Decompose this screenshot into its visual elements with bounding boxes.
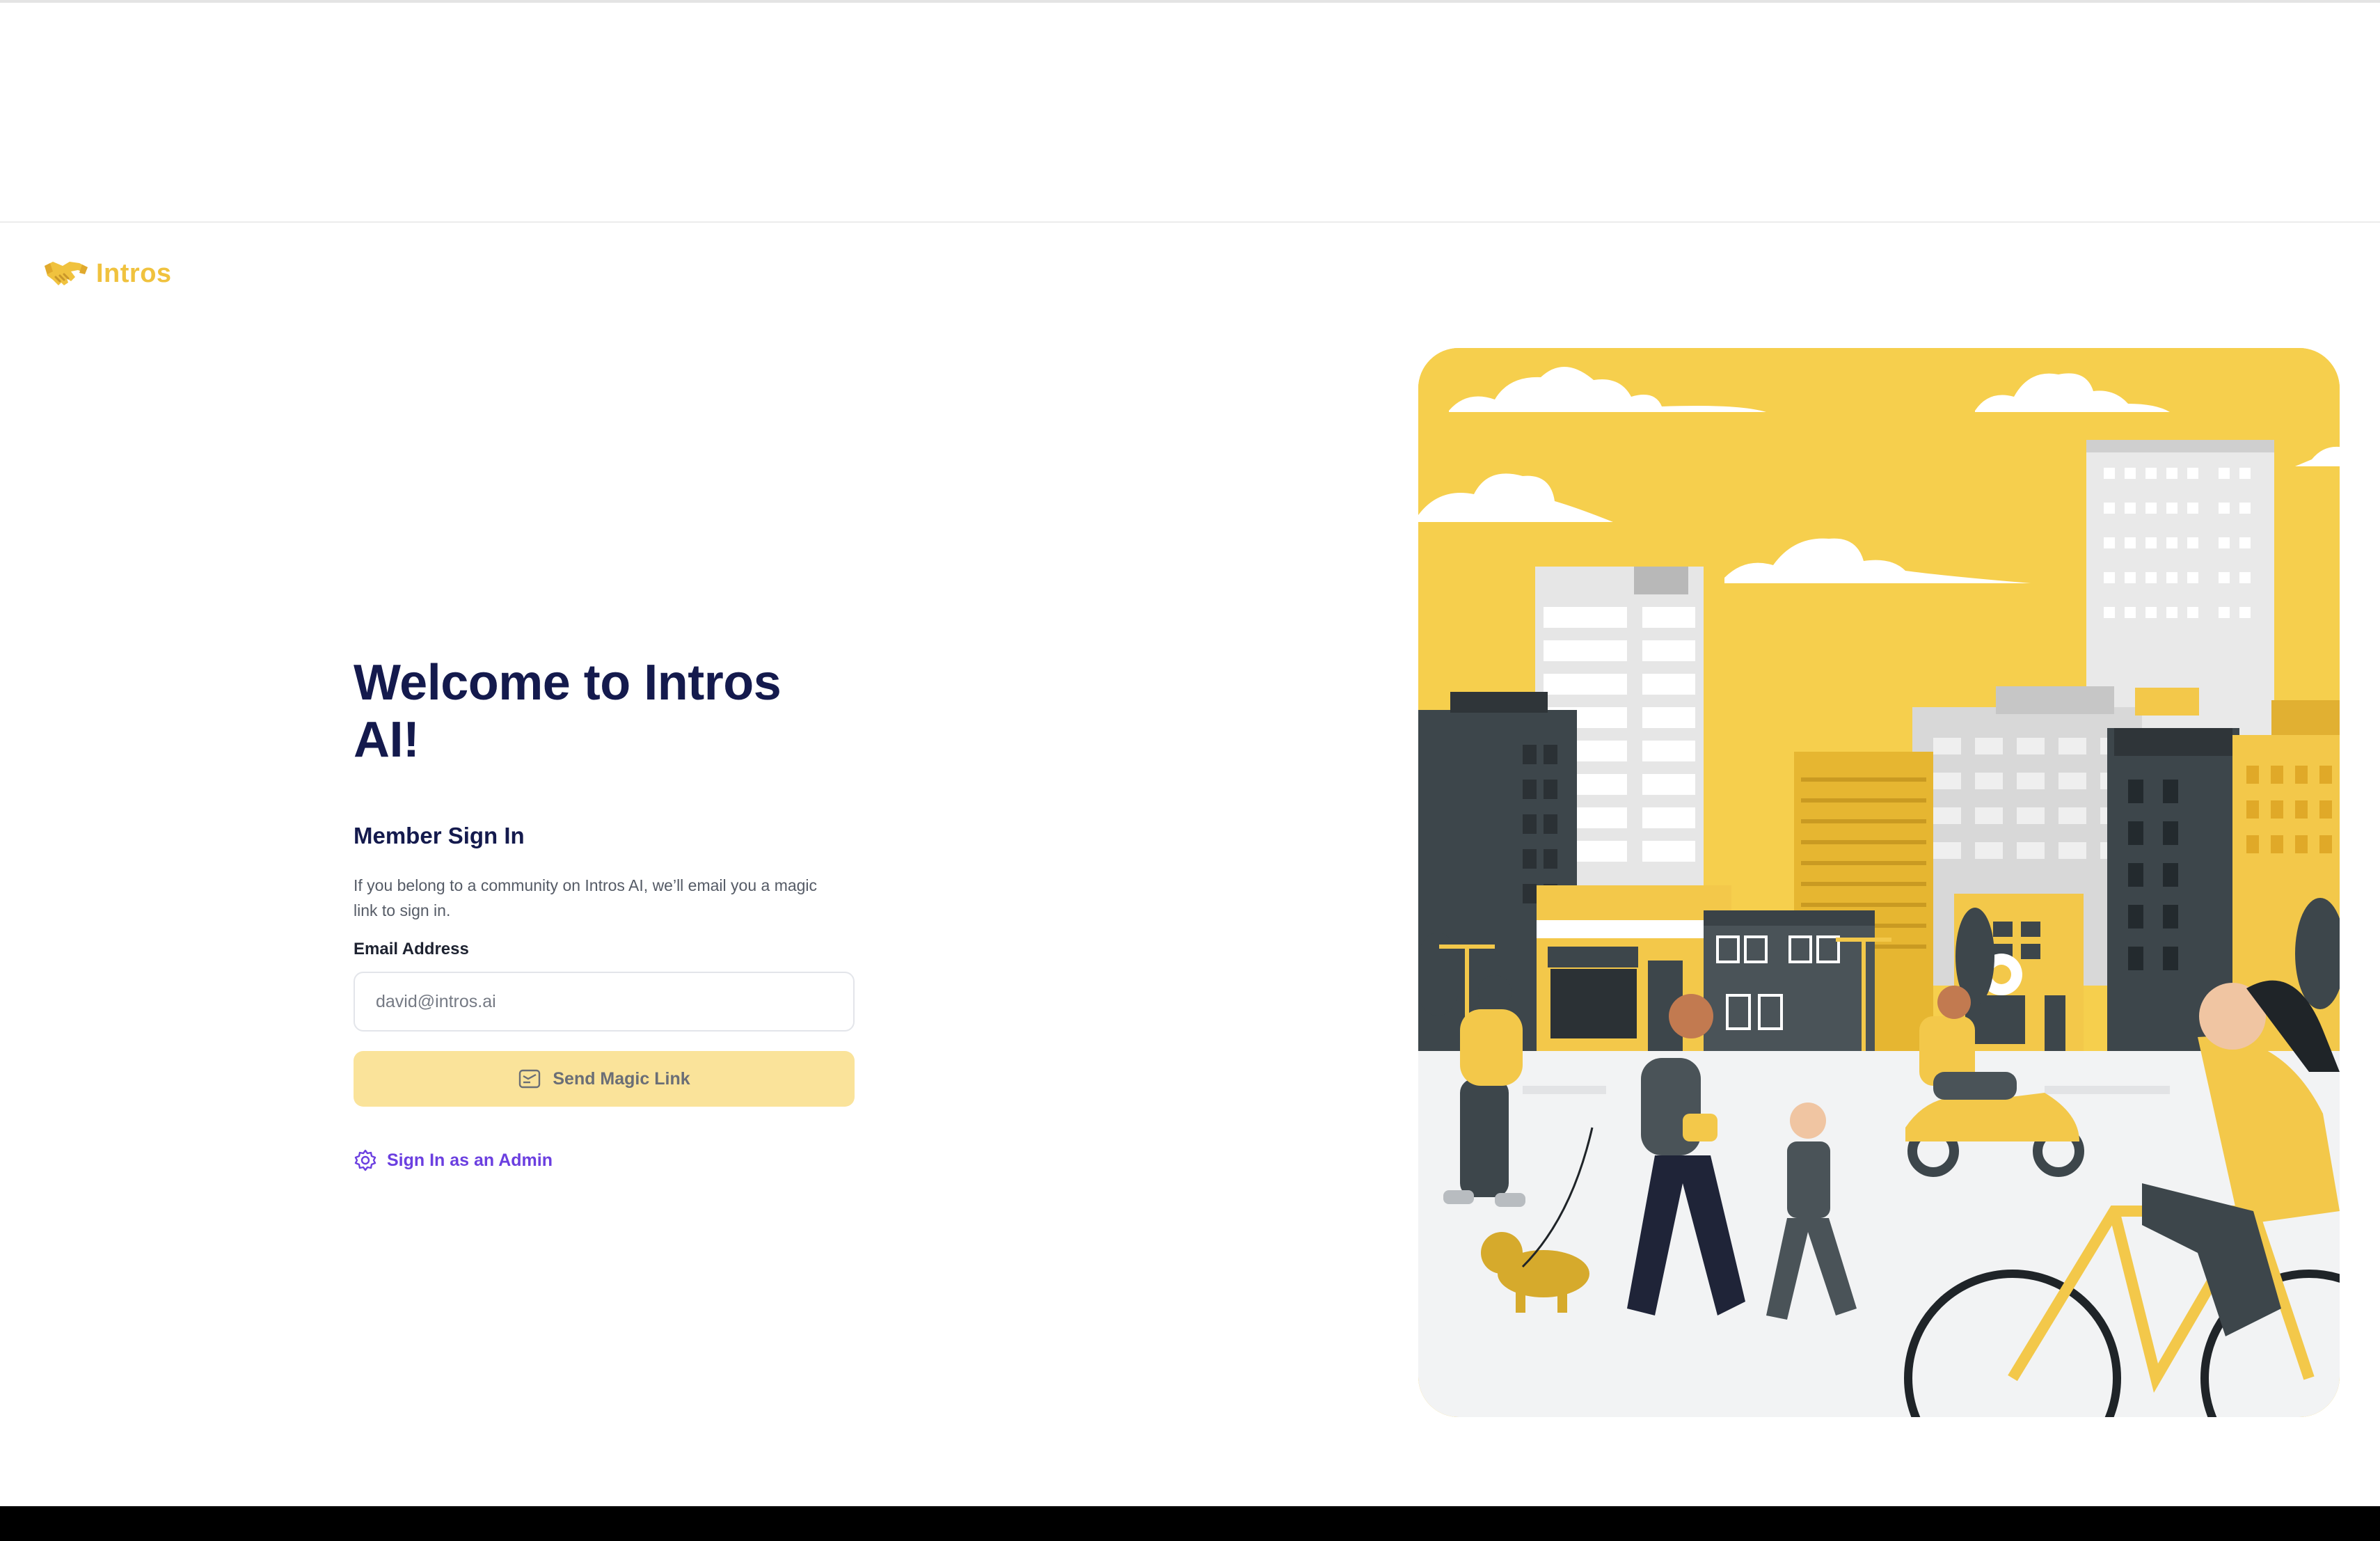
gear-icon — [354, 1149, 376, 1171]
mail-icon — [519, 1069, 541, 1089]
brand-logo[interactable]: Intros — [43, 256, 172, 291]
send-magic-link-button[interactable]: Send Magic Link — [354, 1051, 855, 1107]
brand-name: Intros — [96, 258, 172, 288]
welcome-heading: Welcome to Intros AI! — [354, 655, 782, 768]
page-bottom-edge — [0, 1478, 2380, 1506]
city-illustration — [1418, 348, 2340, 1417]
sign-in-as-admin-link[interactable]: Sign In as an Admin — [354, 1148, 855, 1172]
email-field-wrapper[interactable] — [354, 972, 855, 1032]
sign-in-form: Welcome to Intros AI! Member Sign In If … — [354, 654, 855, 1172]
sign-in-as-admin-label: Sign In as an Admin — [387, 1150, 553, 1170]
browser-window: Intros Welcome to Intros AI! Member Sign… — [0, 0, 2380, 1541]
send-magic-link-label: Send Magic Link — [553, 1068, 690, 1089]
email-field[interactable] — [376, 991, 832, 1012]
city-scene-image — [1418, 348, 2340, 1417]
top-blank-area — [0, 0, 2380, 223]
member-sign-in-title: Member Sign In — [354, 823, 525, 848]
handshake-icon — [45, 262, 88, 285]
email-label: Email Address — [354, 940, 469, 958]
sign-in-description: If you belong to a community on Intros A… — [354, 876, 818, 919]
sign-in-page: Intros Welcome to Intros AI! Member Sign… — [0, 223, 2380, 1506]
bottom-bar — [0, 1506, 2380, 1541]
